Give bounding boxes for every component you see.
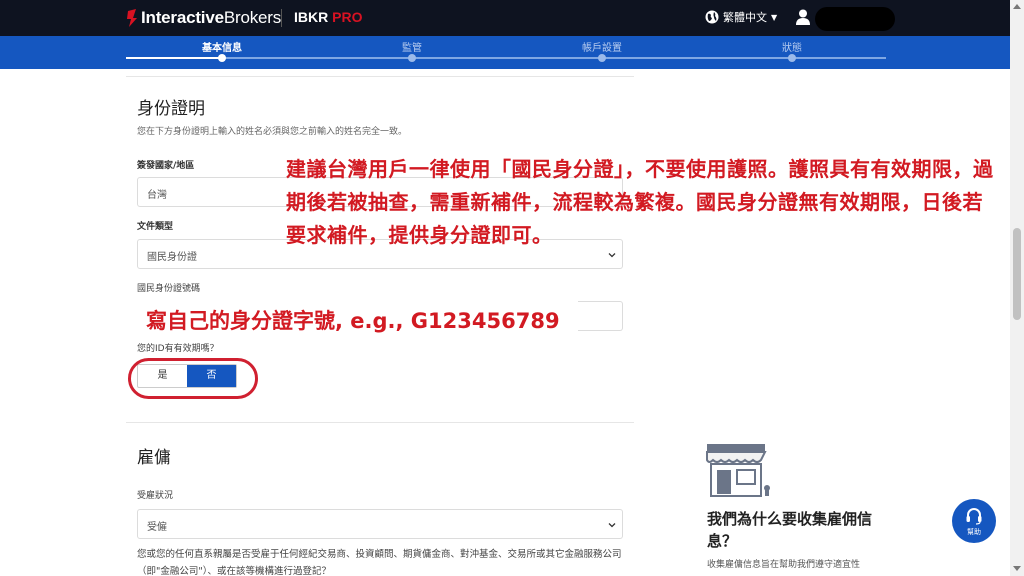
logo-bold-text: Interactive bbox=[141, 8, 224, 27]
step-dot-account-settings bbox=[598, 54, 606, 62]
product-ibkr: IBKR bbox=[294, 9, 329, 25]
product-pro: PRO bbox=[332, 9, 363, 25]
globe-icon bbox=[705, 10, 719, 24]
card-divider bbox=[126, 422, 634, 423]
step-track bbox=[126, 57, 886, 59]
step-dot-status bbox=[788, 54, 796, 62]
employment-status-label: 受雇狀況 bbox=[137, 491, 174, 501]
step-dot-regulatory bbox=[408, 54, 416, 62]
usage-annotation: 建議台灣用戶一律使用「國民身分證」，不要使用護照。護照具有有效期限，過期後若被抽… bbox=[286, 157, 994, 247]
step-status[interactable]: 狀態 bbox=[732, 39, 852, 54]
help-button[interactable]: 幫助 bbox=[952, 499, 996, 543]
user-name-redacted[interactable] bbox=[815, 7, 895, 31]
ib-logo[interactable]: InteractiveBrokers bbox=[126, 8, 281, 28]
financial-firm-question: 您或您的任何直系親屬是否受雇于任何經紀交易商、投資顧問、期貨傭金商、對沖基金、交… bbox=[137, 549, 622, 576]
expiry-question: 您的ID有有效期嗎？ bbox=[137, 344, 219, 354]
id-number-input[interactable] bbox=[578, 301, 623, 331]
step-track-progress bbox=[126, 57, 222, 59]
step-account-settings[interactable]: 帳戶設置 bbox=[542, 39, 662, 54]
highlight-circle bbox=[128, 358, 258, 399]
aside-title: 我們為什么要收集雇佣信息？ bbox=[707, 510, 873, 550]
employment-section-title: 雇傭 bbox=[137, 448, 171, 468]
country-label: 簽發國家/地區 bbox=[137, 161, 195, 171]
user-icon[interactable] bbox=[796, 9, 810, 25]
step-regulatory[interactable]: 監管 bbox=[352, 39, 472, 54]
logo-divider bbox=[281, 9, 282, 27]
language-selector[interactable]: 繁體中文 ▼ bbox=[705, 9, 777, 25]
scroll-thumb[interactable] bbox=[1013, 228, 1021, 320]
page-scrollbar[interactable] bbox=[1010, 0, 1024, 576]
country-value: 台灣 bbox=[147, 190, 167, 201]
scroll-up-arrow-icon[interactable] bbox=[1013, 4, 1021, 9]
headset-icon bbox=[966, 508, 982, 525]
scroll-down-arrow-icon[interactable] bbox=[1013, 566, 1021, 571]
doc-type-label: 文件類型 bbox=[137, 222, 174, 232]
identity-section-title: 身份證明 bbox=[137, 99, 205, 119]
step-basic-info[interactable]: 基本信息 bbox=[162, 39, 282, 54]
chevron-down-icon bbox=[608, 253, 616, 258]
employment-status-value: 受僱 bbox=[147, 522, 167, 533]
step-dot-basic-info bbox=[218, 54, 226, 62]
identity-description: 您在下方身份證明上輸入的姓名必須與您之前輸入的姓名完全一致。 bbox=[137, 127, 408, 137]
card-divider bbox=[126, 76, 634, 77]
aside-text: 收集雇傭信息旨在幫助我們遵守適宜性 bbox=[707, 560, 861, 570]
chevron-down-icon: ▼ bbox=[771, 12, 778, 22]
progress-steps: 基本信息 監管 帳戶設置 狀態 bbox=[0, 36, 1010, 69]
logo-light-text: Brokers bbox=[223, 8, 282, 27]
help-label: 幫助 bbox=[967, 528, 981, 536]
id-number-label: 國民身份證號碼 bbox=[137, 284, 201, 294]
storefront-icon bbox=[706, 444, 770, 497]
ib-logo-mark-icon bbox=[126, 9, 138, 27]
top-navbar: InteractiveBrokers IBKR PRO 繁體中文 ▼ bbox=[0, 0, 1010, 36]
id-number-annotation: 寫自己的身分證字號, e.g., G123456789 bbox=[143, 305, 563, 335]
chevron-down-icon bbox=[608, 523, 616, 528]
doc-type-value: 國民身份證 bbox=[147, 252, 197, 263]
employment-status-select[interactable]: 受僱 bbox=[137, 509, 623, 539]
language-label: 繁體中文 bbox=[723, 11, 767, 24]
product-name: IBKR PRO bbox=[294, 9, 362, 25]
